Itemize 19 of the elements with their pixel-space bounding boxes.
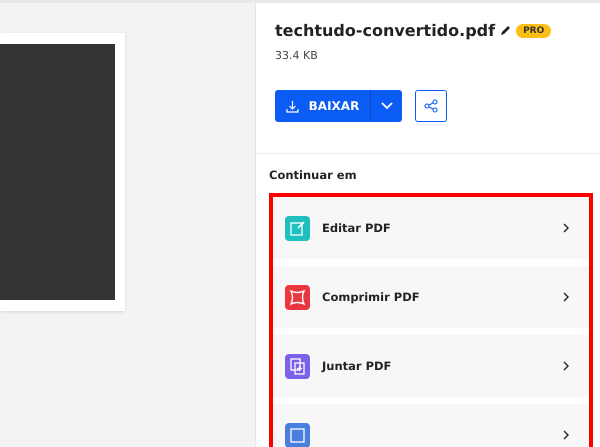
tool-item[interactable]: Juntar PDF	[273, 335, 589, 397]
tool-label: Comprimir PDF	[322, 290, 421, 304]
chevron-down-icon	[380, 102, 392, 110]
file-size: 33.4 KB	[275, 49, 319, 62]
pencil-icon[interactable]	[500, 25, 512, 36]
pro-badge: PRO	[516, 24, 552, 38]
share-button[interactable]	[415, 90, 447, 122]
tool-item[interactable]: Comprimir PDF	[273, 266, 589, 328]
file-name: techtudo-convertido.pdf	[275, 21, 496, 40]
download-icon	[286, 100, 299, 112]
chevron-right-icon	[561, 292, 571, 302]
tool-label: Juntar PDF	[322, 359, 392, 373]
tool-label: Editar PDF	[322, 221, 392, 235]
chevron-right-icon	[561, 223, 571, 233]
section-heading: Continuar em	[269, 168, 358, 182]
share-icon	[424, 99, 438, 113]
tool-item[interactable]: Editar PDF	[273, 197, 589, 259]
chevron-right-icon	[561, 430, 571, 440]
chevron-right-icon	[561, 361, 571, 371]
